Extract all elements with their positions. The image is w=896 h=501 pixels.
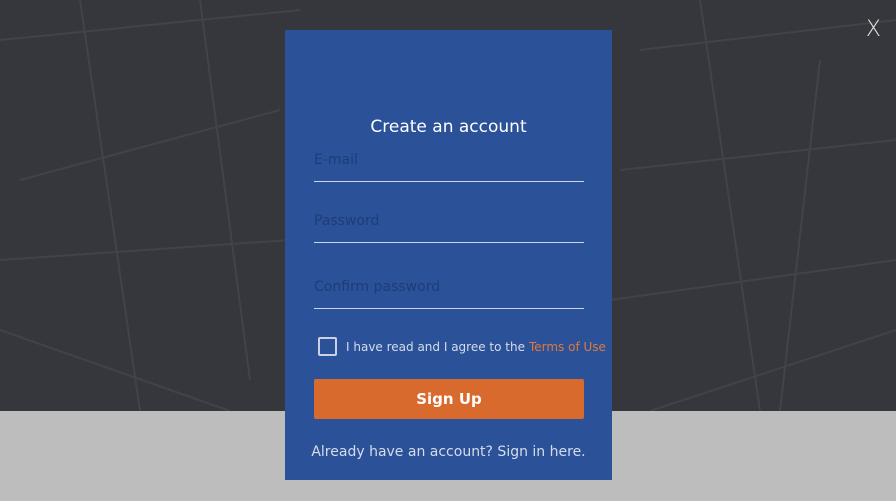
close-button[interactable]: X <box>866 18 881 42</box>
password-field[interactable] <box>314 206 584 243</box>
confirm-password-field[interactable] <box>314 272 584 309</box>
sign-up-button[interactable]: Sign Up <box>314 379 584 419</box>
terms-agreement-text: I have read and I agree to the <box>346 339 525 354</box>
modal-title: Create an account <box>370 117 527 137</box>
terms-agreement-row: I have read and I agree to the Terms of … <box>318 337 606 356</box>
terms-of-use-link[interactable]: Terms of Use <box>529 340 606 354</box>
signup-screen: X Create an account I have read and I ag… <box>0 0 896 501</box>
sign-in-link[interactable]: Already have an account? Sign in here. <box>285 444 612 460</box>
email-field[interactable] <box>314 145 584 182</box>
signup-modal: Create an account I have read and I agre… <box>285 30 612 480</box>
terms-checkbox[interactable] <box>318 337 337 356</box>
